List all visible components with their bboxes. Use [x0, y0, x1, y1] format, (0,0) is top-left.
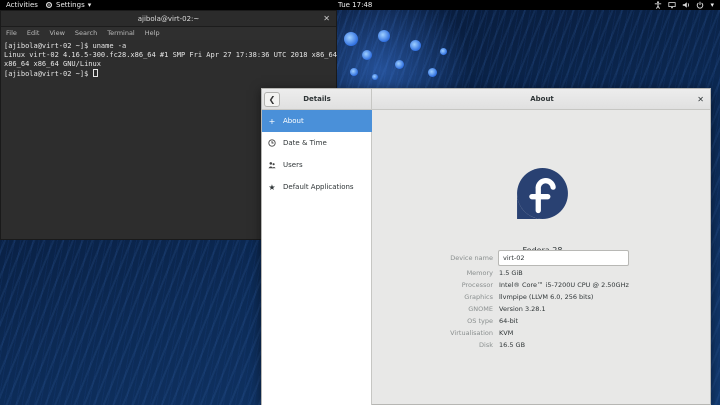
terminal-title: ajibola@virt-02:~ — [137, 15, 200, 23]
info-label: Disk — [479, 341, 493, 349]
menu-terminal[interactable]: Terminal — [107, 27, 134, 40]
wallpaper-bokeh — [395, 60, 404, 69]
app-menu[interactable]: Settings ▾ — [45, 0, 91, 10]
chevron-down-icon: ▾ — [87, 1, 92, 9]
settings-sidebar: + About Date & Time Users ★ Default Appl… — [262, 110, 372, 405]
terminal-titlebar[interactable]: ajibola@virt-02:~ ✕ — [1, 11, 336, 27]
header-left-pane: Details ❮ — [262, 89, 372, 110]
terminal-output[interactable]: [ajibola@virt-02 ~]$ uname -a Linux virt-… — [1, 40, 337, 81]
network-icon — [668, 2, 677, 9]
sidebar-item-default-applications[interactable]: ★ Default Applications — [262, 176, 372, 198]
wallpaper-bokeh — [440, 48, 447, 55]
fedora-logo — [517, 168, 568, 219]
info-label: OS type — [467, 317, 493, 325]
back-button[interactable]: ❮ — [264, 92, 280, 107]
info-value: 1.5 GiB — [499, 269, 523, 277]
users-icon — [268, 162, 276, 169]
sidebar-item-label: Date & Time — [283, 139, 327, 147]
wallpaper-bokeh — [372, 74, 378, 80]
info-value: Version 3.28.1 — [499, 305, 546, 313]
top-bar: Activities Settings ▾ Tue 17:48 ▾ — [0, 0, 720, 10]
wallpaper-bokeh — [362, 50, 372, 60]
info-label: Virtualisation — [450, 329, 493, 337]
volume-icon — [683, 2, 690, 8]
wallpaper-bokeh — [410, 40, 421, 51]
clock-icon — [268, 139, 276, 147]
info-label: Processor — [461, 281, 493, 289]
plus-icon: + — [268, 116, 276, 126]
terminal-line: [ajibola@virt-02 ~]$ uname -a — [4, 42, 127, 50]
settings-headerbar: Details ❮ About ✕ — [262, 89, 710, 110]
menu-search[interactable]: Search — [75, 27, 97, 40]
terminal-cursor — [92, 69, 98, 77]
terminal-line: Linux virt-02 4.16.5-300.fc28.x86_64 #1 … — [4, 51, 337, 59]
device-name-input[interactable]: virt-02 — [498, 250, 629, 266]
wallpaper-bokeh — [350, 68, 358, 76]
sidebar-item-label: Users — [283, 161, 303, 169]
info-value: 16.5 GB — [499, 341, 526, 349]
wallpaper-bokeh — [378, 30, 390, 42]
settings-window[interactable]: Details ❮ About ✕ + About Date & Time Us… — [261, 88, 711, 405]
info-value: llvmpipe (LLVM 6.0, 256 bits) — [499, 293, 594, 301]
close-icon[interactable]: ✕ — [323, 11, 330, 27]
page-title: About — [530, 95, 554, 103]
sidebar-item-users[interactable]: Users — [262, 154, 372, 176]
menu-file[interactable]: File — [6, 27, 17, 40]
close-button[interactable]: ✕ — [697, 89, 704, 110]
wallpaper-bokeh — [344, 32, 358, 46]
about-panel: Fedora 28 Device name virt-02 Memory 1.5… — [373, 110, 712, 405]
info-value: Intel® Core™ i5-7200U CPU @ 2.50GHz — [499, 281, 629, 289]
info-value: 64-bit — [499, 317, 519, 325]
info-label: Graphics — [464, 293, 493, 301]
menu-view[interactable]: View — [49, 27, 64, 40]
power-icon — [697, 1, 704, 9]
info-value: KVM — [499, 329, 514, 337]
clock[interactable]: Tue 17:48 — [338, 0, 372, 10]
wallpaper-bokeh — [428, 68, 437, 77]
menu-edit[interactable]: Edit — [27, 27, 40, 40]
sidebar-item-label: Default Applications — [283, 183, 354, 191]
app-menu-label: Settings — [56, 1, 85, 9]
terminal-menubar: File Edit View Search Terminal Help — [1, 27, 336, 40]
status-area[interactable]: ▾ — [654, 0, 714, 10]
menu-help[interactable]: Help — [145, 27, 160, 40]
terminal-line: [ajibola@virt-02 ~]$ — [4, 70, 93, 78]
activities-button[interactable]: Activities — [6, 0, 38, 10]
sidebar-item-date-time[interactable]: Date & Time — [262, 132, 372, 154]
gear-icon — [45, 1, 53, 9]
info-label: Memory — [466, 269, 493, 277]
star-icon: ★ — [268, 182, 276, 192]
accessibility-icon — [655, 1, 662, 9]
sidebar-item-label: About — [283, 117, 304, 125]
terminal-line: x86_64 x86_64 GNU/Linux — [4, 60, 101, 68]
device-name-label: Device name — [450, 254, 493, 262]
info-label: GNOME — [468, 305, 493, 313]
sidebar-item-about[interactable]: + About — [262, 110, 372, 132]
chevron-down-icon: ▾ — [710, 1, 714, 9]
terminal-prompt-line: [ajibola@virt-02 ~]$ — [4, 69, 333, 79]
